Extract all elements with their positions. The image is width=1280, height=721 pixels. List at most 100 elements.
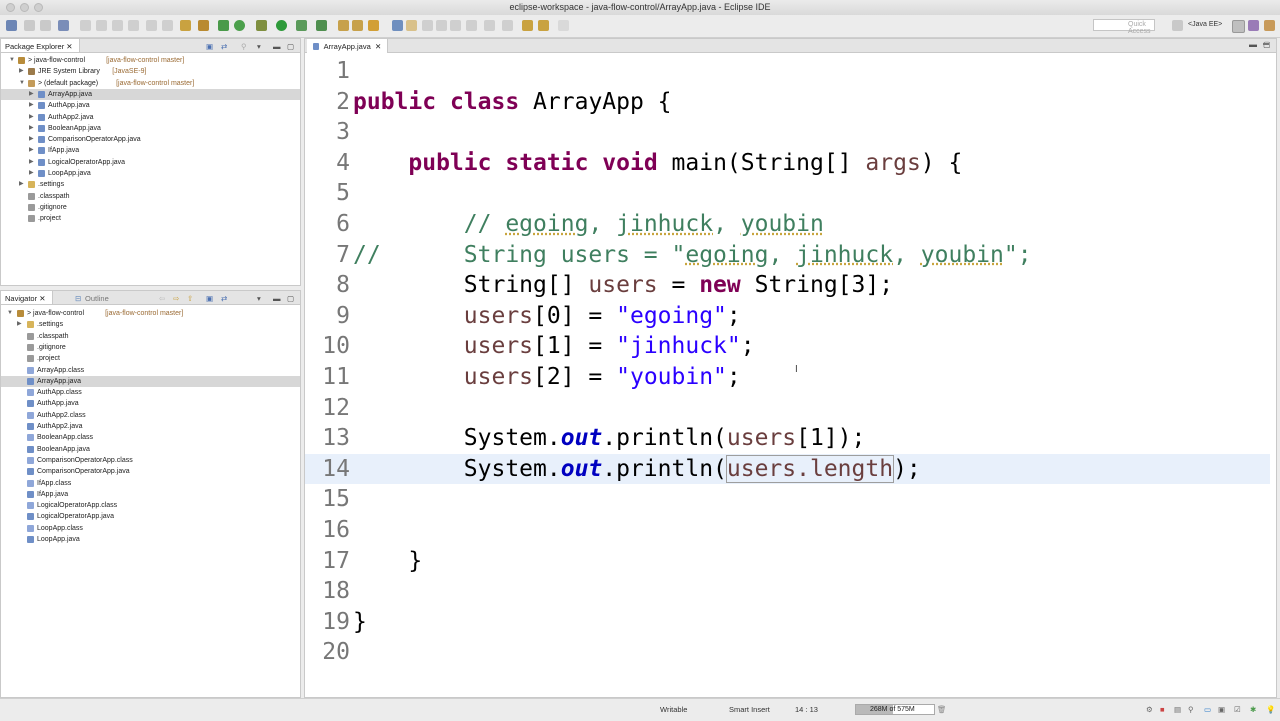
open-type-icon[interactable] (338, 20, 349, 31)
java-editor[interactable]: ArrayApp.java ✕ ▬ ▢ 12public class Array… (304, 38, 1277, 698)
tree-item[interactable]: ▶ AuthApp2.java (1, 112, 300, 123)
code-line[interactable]: 2 public class ArrayApp { (305, 87, 1270, 117)
minimize-icon[interactable]: ▬ (273, 42, 281, 51)
toggle-highlight-icon[interactable] (406, 20, 417, 31)
navigator-item[interactable]: ▶ .settings (1, 319, 300, 330)
navigator-item[interactable]: ArrayApp.java (1, 375, 300, 387)
tab-outline[interactable]: Outline (85, 294, 109, 303)
collapsed-arrow-icon[interactable]: ▶ (19, 179, 24, 190)
heap-status[interactable]: 268M of 575M (855, 704, 935, 715)
navigator-item[interactable]: LogicalOperatorApp.class (1, 500, 300, 511)
navigator-item[interactable]: LogicalOperatorApp.java (1, 511, 300, 522)
expanded-arrow-icon[interactable]: ▼ (7, 308, 13, 319)
toggle-mark-occurrences-icon[interactable] (392, 20, 403, 31)
navigator-item[interactable]: ComparisonOperatorApp.java (1, 466, 300, 477)
collapsed-arrow-icon[interactable]: ▶ (29, 157, 34, 168)
collapsed-arrow-icon[interactable]: ▶ (19, 66, 24, 77)
tab-arrayapp-java[interactable]: ArrayApp.java ✕ (307, 39, 389, 53)
tree-item[interactable]: ▶ IfApp.java (1, 145, 300, 156)
progress-icon[interactable]: ✱ (1250, 705, 1256, 714)
suspend-icon[interactable] (96, 20, 107, 31)
tab-navigator[interactable]: Navigator ✕ (1, 291, 53, 304)
code-line[interactable]: 18 (305, 576, 1270, 606)
skip-breakpoints-icon[interactable] (58, 20, 69, 31)
minimize-icon[interactable]: ▬ (1249, 40, 1257, 49)
navigator-item[interactable]: AuthApp2.java (1, 421, 300, 432)
tab-package-explorer[interactable]: Package Explorer ✕ (1, 39, 80, 52)
tip-icon[interactable]: 💡 (1266, 705, 1275, 714)
navigator-item[interactable]: ComparisonOperatorApp.class (1, 455, 300, 466)
navigator-item[interactable]: LoopApp.java (1, 534, 300, 545)
tree-item[interactable]: ▶ JRE System Library [JavaSE-9] (1, 66, 300, 77)
back-icon[interactable] (538, 20, 549, 31)
navigator-item[interactable]: LoopApp.class (1, 523, 300, 534)
quick-access-field[interactable]: Quick Access (1093, 19, 1155, 35)
navigator-item[interactable]: AuthApp.class (1, 387, 300, 398)
tree-item[interactable]: ▶ LoopApp.java (1, 168, 300, 179)
forward-icon[interactable]: ⇨ (173, 294, 179, 303)
run-external-icon[interactable] (316, 20, 327, 31)
collapsed-arrow-icon[interactable]: ▶ (29, 168, 34, 179)
disconnect-icon[interactable] (128, 20, 139, 31)
step-into-icon[interactable] (146, 20, 157, 31)
filter-icon[interactable]: ⚲ (241, 42, 247, 51)
tree-item[interactable]: ▶ BooleanApp.java (1, 123, 300, 134)
collapsed-arrow-icon[interactable]: ▶ (29, 100, 34, 111)
pilcrow-icon[interactable] (466, 20, 477, 31)
code-line[interactable]: 4 public static void main(String[] args)… (305, 148, 1270, 178)
forward-icon[interactable] (558, 20, 569, 31)
word-wrap-icon[interactable] (422, 20, 433, 31)
code-line[interactable]: 1 (305, 56, 1270, 86)
navigator-item[interactable]: IfApp.class (1, 478, 300, 489)
navigator-item[interactable]: ▼ > java-flow-control [java-flow-control m… (1, 308, 300, 319)
tree-item[interactable]: .classpath (1, 191, 300, 202)
code-line[interactable]: 11 users[2] = "youbin"; (305, 362, 1270, 392)
next-annotation-icon[interactable] (484, 20, 495, 31)
garbage-collect-icon[interactable]: 🗑 (937, 705, 947, 714)
tree-item[interactable]: ▶ .settings (1, 179, 300, 190)
code-line[interactable]: 13 System.out.println(users[1]); (305, 423, 1270, 453)
code-line[interactable]: 9 users[0] = "egoing"; (305, 301, 1270, 331)
server-icon[interactable] (218, 20, 229, 31)
block-selection-icon[interactable] (436, 20, 447, 31)
save-all-icon[interactable] (40, 20, 51, 31)
code-line[interactable]: 15 (305, 484, 1270, 514)
console-icon[interactable]: ▤ (1174, 705, 1181, 714)
collapsed-arrow-icon[interactable]: ▶ (29, 89, 34, 100)
close-icon[interactable]: ✕ (39, 294, 45, 303)
open-perspective-icon[interactable] (1172, 20, 1183, 31)
navigator-item[interactable]: BooleanApp.class (1, 432, 300, 443)
collapsed-arrow-icon[interactable]: ▶ (17, 319, 22, 330)
code-line[interactable]: 7// String users = "egoing, jinhuck, you… (305, 240, 1270, 270)
tree-item[interactable]: ▶ ArrayApp.java (1, 88, 300, 100)
code-line[interactable]: 12 (305, 393, 1270, 423)
navigator-item[interactable]: AuthApp.java (1, 398, 300, 409)
expanded-arrow-icon[interactable]: ▼ (9, 55, 15, 66)
collapsed-arrow-icon[interactable]: ▶ (29, 134, 34, 145)
java-perspective-icon[interactable] (1232, 20, 1245, 33)
collapsed-arrow-icon[interactable]: ▶ (29, 123, 34, 134)
back-icon[interactable]: ⇦ (159, 294, 165, 303)
perspective-java-ee[interactable]: <Java EE> (1188, 21, 1222, 28)
show-whitespace-icon[interactable] (450, 20, 461, 31)
problems-icon[interactable]: ■ (1160, 705, 1165, 714)
git-perspective-icon[interactable] (1264, 20, 1275, 31)
minimize-icon[interactable] (1263, 43, 1269, 45)
save-icon[interactable] (24, 20, 35, 31)
last-edit-location-icon[interactable] (522, 20, 533, 31)
tree-item[interactable]: .project (1, 213, 300, 224)
maximize-icon[interactable]: ▢ (287, 294, 294, 303)
resume-icon[interactable] (80, 20, 91, 31)
navigator-item[interactable]: .gitignore (1, 342, 300, 353)
maximize-icon[interactable]: ▢ (287, 42, 294, 51)
collapsed-arrow-icon[interactable]: ▶ (29, 145, 34, 156)
code-line[interactable]: 10 users[1] = "jinhuck"; (305, 331, 1270, 361)
code-line[interactable]: 6 // egoing, jinhuck, youbin (305, 209, 1270, 239)
minimize-icon[interactable]: ▬ (273, 294, 281, 303)
build-icon[interactable] (180, 20, 191, 31)
new-icon[interactable] (6, 20, 17, 31)
debug-icon[interactable] (256, 20, 267, 31)
navigator-item[interactable]: IfApp.java (1, 489, 300, 500)
up-icon[interactable]: ⇧ (187, 294, 193, 303)
run-icon[interactable] (276, 20, 287, 31)
